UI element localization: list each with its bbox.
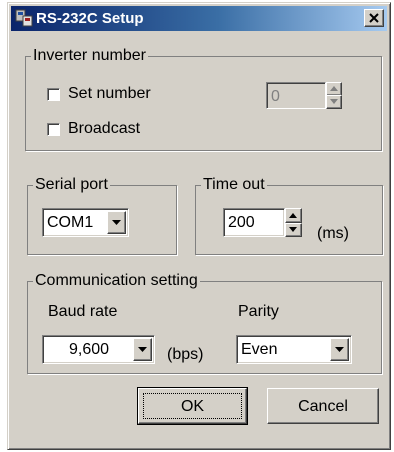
time-out-group: Time out 200 (ms) [195, 175, 383, 255]
baud-rate-value: 9,600 [69, 341, 110, 358]
serial-port-select[interactable]: COM1 [42, 208, 129, 237]
parity-select[interactable]: Even [236, 335, 352, 364]
triangle-down-icon [112, 220, 121, 225]
serial-port-value: COM1 [47, 214, 94, 231]
parity-dropdown-button[interactable] [330, 338, 349, 361]
parity-value: Even [241, 341, 278, 358]
inverter-number-spin-up[interactable] [326, 82, 342, 96]
triangle-down-icon [335, 347, 344, 352]
ok-button[interactable]: OK [137, 387, 248, 425]
time-out-field[interactable]: 200 [223, 208, 285, 237]
inverter-number-group: Inverter number Set number Broadcast 0 [25, 46, 382, 151]
close-x-icon [369, 13, 379, 23]
cancel-button[interactable]: Cancel [267, 388, 379, 424]
communication-setting-group: Communication setting Baud rate 9,600 (b… [27, 271, 382, 374]
broadcast-checkbox[interactable] [47, 123, 60, 136]
triangle-up-icon [330, 86, 338, 91]
close-button[interactable] [364, 9, 384, 27]
baud-rate-select[interactable]: 9,600 [42, 335, 155, 364]
cancel-button-label: Cancel [298, 398, 348, 415]
time-out-spin-up[interactable] [285, 208, 302, 223]
baud-rate-label: Baud rate [48, 303, 118, 320]
time-out-value: 200 [228, 214, 255, 231]
serial-port-dropdown-button[interactable] [107, 211, 126, 234]
parity-label: Parity [238, 303, 279, 320]
serial-port-legend: Serial port [33, 175, 110, 195]
broadcast-label[interactable]: Broadcast [68, 119, 140, 139]
title-bar[interactable]: RS-232C Setup [11, 6, 387, 31]
communication-setting-legend: Communication setting [33, 271, 200, 291]
window-title: RS-232C Setup [36, 10, 144, 27]
ok-button-label: OK [180, 398, 205, 415]
time-out-legend: Time out [201, 175, 267, 195]
baud-rate-unit: (bps) [167, 346, 204, 363]
inverter-number-field[interactable]: 0 [266, 82, 326, 109]
time-out-unit: (ms) [317, 225, 349, 242]
serial-port-group: Serial port COM1 [27, 175, 177, 255]
rs232c-setup-dialog: RS-232C Setup Inverter number Set number… [7, 2, 391, 450]
triangle-down-icon [330, 99, 338, 104]
inverter-number-legend: Inverter number [31, 46, 148, 66]
triangle-down-icon [138, 347, 147, 352]
inverter-number-value: 0 [271, 88, 280, 105]
triangle-down-icon [289, 227, 297, 232]
time-out-spin-down[interactable] [285, 223, 302, 237]
set-number-checkbox[interactable] [47, 88, 60, 101]
set-number-label[interactable]: Set number [68, 84, 151, 104]
inverter-number-spin-down[interactable] [326, 95, 342, 109]
triangle-up-icon [289, 213, 297, 218]
baud-rate-dropdown-button[interactable] [133, 338, 152, 361]
rs232c-app-icon [15, 9, 33, 27]
